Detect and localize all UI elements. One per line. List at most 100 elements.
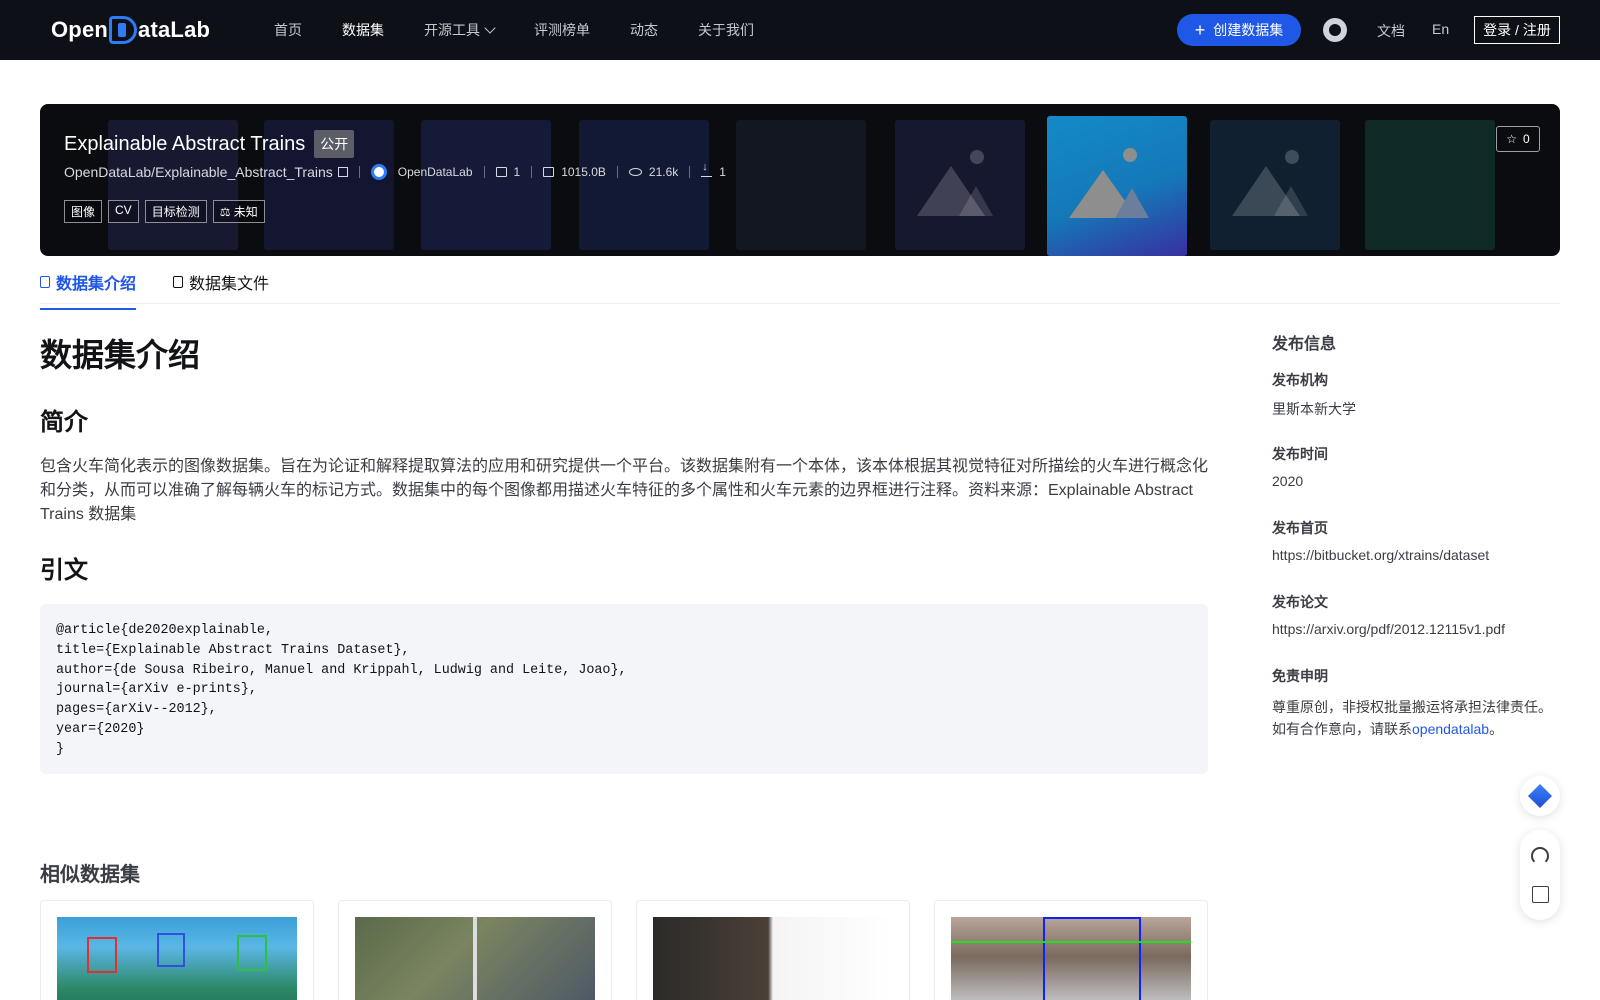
similar-datasets-title: 相似数据集 (40, 864, 140, 886)
disclaimer-period: 。 (1489, 721, 1504, 737)
logo-d-icon (109, 16, 138, 44)
copy-icon[interactable] (337, 167, 348, 177)
plus-icon: + (1194, 20, 1206, 40)
divider (689, 166, 691, 178)
headset-icon[interactable] (1531, 846, 1549, 865)
diamond-app-icon (1527, 783, 1553, 809)
nav-tools[interactable]: 开源工具 (424, 20, 496, 40)
dataset-meta: OpenDataLab/Explainable_Abstract_Trains … (64, 161, 726, 180)
floating-app-button[interactable] (1520, 776, 1560, 816)
floating-toolbar (1520, 830, 1560, 920)
section-heading: 数据集介绍 (40, 337, 201, 373)
tag-object-detection[interactable]: 目标检测 (144, 200, 207, 223)
tab-intro-label: 数据集介绍 (56, 276, 137, 293)
main-nav: 首页 数据集 开源工具 评测榜单 动态 关于我们 (274, 0, 794, 60)
banner-thumbnail (895, 120, 1025, 250)
tab-intro[interactable]: 数据集介绍 (40, 270, 137, 310)
banner-thumbnail (1365, 120, 1495, 250)
tag-license[interactable]: ⚖ 未知 (212, 200, 265, 223)
org-name: OpenDataLab (397, 165, 473, 179)
nav-leaderboard[interactable]: 评测榜单 (534, 20, 590, 40)
time-label: 发布时间 (1272, 446, 1328, 462)
dataset-title: Explainable Abstract Trains (64, 132, 306, 155)
banner-thumbnail (421, 120, 551, 250)
homepage-label: 发布首页 (1272, 520, 1328, 536)
homepage-link[interactable]: https://bitbucket.org/xtrains/dataset (1272, 547, 1489, 563)
storage-icon (543, 167, 555, 177)
download-icon (701, 161, 713, 177)
tab-files[interactable]: 数据集文件 (173, 270, 269, 294)
similar-dataset-card[interactable] (40, 900, 314, 1000)
divider (483, 166, 485, 178)
intro-heading: 简介 (40, 409, 88, 436)
tag-image[interactable]: 图像 (64, 200, 103, 223)
star-count: 0 (1523, 132, 1530, 146)
disclaimer-label: 免责申明 (1272, 668, 1328, 684)
similar-dataset-card[interactable] (338, 900, 612, 1000)
citation-code-block: @article{de2020explainable, title={Expla… (40, 604, 1208, 774)
visibility-badge: 公开 (314, 130, 355, 158)
similar-dataset-card[interactable] (934, 900, 1208, 1000)
files-icon (495, 167, 507, 177)
divider (358, 166, 360, 178)
file-icon (173, 276, 183, 288)
paper-link[interactable]: https://arxiv.org/pdf/2012.12115v1.pdf (1272, 621, 1505, 637)
image-divider (473, 917, 477, 1000)
tag-list: 图像 CV 目标检测 ⚖ 未知 (64, 200, 265, 223)
similar-dataset-card[interactable] (636, 900, 910, 1000)
org-label: 发布机构 (1272, 372, 1328, 388)
dataset-size: 1015.0B (543, 165, 606, 179)
nav-about[interactable]: 关于我们 (698, 20, 754, 40)
nav-news[interactable]: 动态 (630, 20, 658, 40)
nav-datasets[interactable]: 数据集 (342, 20, 384, 40)
files-count: 1 (495, 165, 520, 179)
eye-icon (628, 168, 642, 176)
detection-box (1043, 917, 1141, 1000)
banner-thumbnail (736, 120, 866, 250)
docs-link[interactable]: 文档 (1377, 21, 1405, 41)
banner-thumbnail (1210, 120, 1340, 250)
nav-home[interactable]: 首页 (274, 20, 302, 40)
disclaimer-line2: 如有合作意向，请联系opendatalab。 (1272, 718, 1562, 740)
dataset-title-row: Explainable Abstract Trains 公开 (64, 130, 355, 158)
dataset-size-value: 1015.0B (561, 165, 606, 179)
contact-link[interactable]: opendatalab (1412, 721, 1489, 737)
dataset-thumbnail (355, 917, 595, 1000)
login-register-button[interactable]: 登录 / 注册 (1474, 16, 1560, 44)
github-icon[interactable] (1323, 18, 1347, 42)
nav-tools-label: 开源工具 (424, 22, 480, 38)
org-info[interactable]: OpenDataLab (370, 164, 473, 180)
dataset-thumbnail (57, 917, 297, 1000)
disclaimer-line2-text: 如有合作意向，请联系 (1272, 721, 1412, 737)
download-count: 1 (701, 161, 726, 179)
scale-icon: ⚖ (219, 205, 234, 219)
publish-info-sidebar: 发布信息 发布机构 里斯本新大学 发布时间 2020 发布首页 https://… (1272, 330, 1562, 737)
create-dataset-label: 创建数据集 (1213, 22, 1284, 38)
database-icon (40, 276, 50, 288)
language-toggle[interactable]: En (1432, 21, 1449, 37)
detection-box (157, 933, 185, 967)
logo-text-right: ataLab (138, 17, 211, 42)
sidebar-title: 发布信息 (1272, 336, 1337, 353)
divider (531, 166, 533, 178)
dataset-thumbnail (653, 917, 893, 1000)
dataset-thumbnail (951, 917, 1191, 1000)
detection-box (237, 935, 267, 971)
citation-heading: 引文 (40, 557, 88, 584)
star-icon: ☆ (1506, 132, 1518, 146)
tag-license-label: 未知 (233, 205, 258, 219)
view-count: 21.6k (628, 165, 679, 179)
star-button[interactable]: ☆ 0 (1496, 126, 1540, 152)
tab-files-label: 数据集文件 (189, 276, 270, 293)
feedback-edit-icon[interactable] (1531, 886, 1549, 904)
dataset-tabs: 数据集介绍 数据集文件 (40, 258, 1560, 310)
org-avatar-icon (370, 164, 387, 180)
time-value: 2020 (1272, 473, 1304, 489)
dataset-banner: Explainable Abstract Trains 公开 OpenDataL… (40, 104, 1560, 256)
view-count-value: 21.6k (648, 165, 679, 179)
tag-cv[interactable]: CV (108, 200, 139, 223)
create-dataset-button[interactable]: + 创建数据集 (1177, 14, 1301, 46)
divider (616, 166, 618, 178)
disclaimer-line1: 尊重原创，非授权批量搬运将承担法律责任。 (1272, 699, 1552, 715)
opendatalab-logo[interactable]: Open ataLab (51, 14, 210, 46)
